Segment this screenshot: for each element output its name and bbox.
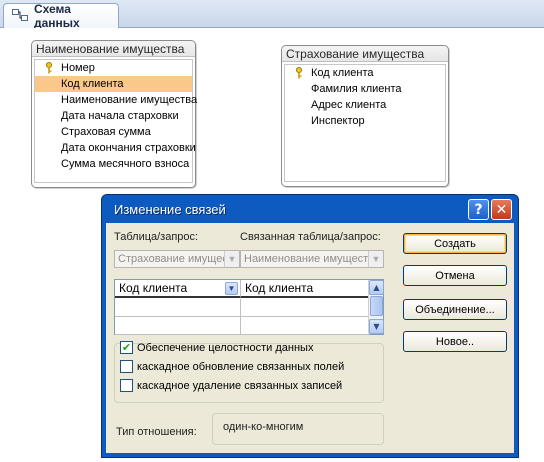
integrity-checkbox[interactable]: ✔ (120, 341, 133, 354)
field-kod-klienta[interactable]: Код клиента (285, 65, 445, 81)
field-naimenovanie[interactable]: Наименование имущества (35, 92, 197, 108)
integrity-label: Обеспечение целостности данных (137, 341, 314, 354)
chevron-down-icon: ▼ (224, 251, 239, 267)
join-type-button[interactable]: Объединение... (403, 299, 507, 320)
document-tab-strip: Схема данных (0, 0, 544, 30)
cancel-button[interactable]: Отмена (403, 265, 507, 286)
empty-cell[interactable] (115, 317, 241, 335)
create-button[interactable]: Создать (403, 233, 507, 254)
chevron-down-icon[interactable]: ▼ (225, 282, 238, 295)
cascade-delete-label: каскадное удаление связанных записей (137, 379, 343, 392)
field-strahovaya-summa[interactable]: Страховая сумма (35, 124, 192, 140)
field-data-nachala[interactable]: Дата начала старховки (35, 108, 192, 124)
help-icon: ? (474, 201, 483, 218)
grid-scrollbar[interactable]: ▲ ▼ (368, 280, 384, 334)
tab-title: Схема данных (34, 2, 80, 30)
field-nomer[interactable]: Номер (35, 60, 192, 76)
table-title[interactable]: Страхование имущества (282, 46, 448, 62)
cascade-delete-checkbox-row[interactable]: каскадное удаление связанных записей (120, 379, 342, 392)
chevron-down-icon: ▼ (368, 251, 383, 267)
dialog-title: Изменение связей (114, 201, 226, 217)
relation-type-box: один-ко-многим (212, 413, 384, 445)
create-new-button[interactable]: Новое.. (403, 331, 507, 352)
cascade-update-checkbox[interactable] (120, 360, 133, 373)
table-query-label: Таблица/запрос: (114, 231, 199, 243)
tab-relationships[interactable]: Схема данных (3, 2, 119, 30)
cascade-update-label: каскадное обновление связанных полей (137, 360, 345, 373)
close-button[interactable]: ✕ (491, 199, 512, 220)
field-adres[interactable]: Адрес клиента (285, 97, 445, 113)
scroll-thumb[interactable] (370, 296, 383, 316)
integrity-checkbox-row[interactable]: ✔ Обеспечение целостности данных (120, 341, 313, 354)
relation-type-label: Тип отношения: (116, 426, 197, 438)
scroll-up-icon[interactable]: ▲ (369, 280, 384, 295)
scroll-down-icon[interactable]: ▼ (369, 319, 384, 334)
related-table-combo: Наименование имущества ▼ (240, 250, 384, 268)
field-inspektor[interactable]: Инспектор (285, 113, 445, 129)
cascade-delete-checkbox[interactable] (120, 379, 133, 392)
edit-relationships-dialog: Изменение связей ? ✕ Таблица/запрос: Свя… (101, 194, 519, 458)
table-box-property[interactable]: Наименование имущества Номер Код клиента… (31, 40, 197, 188)
cascade-update-checkbox-row[interactable]: каскадное обновление связанных полей (120, 360, 344, 373)
table-title[interactable]: Наименование имущества (32, 41, 195, 57)
field-kod-klienta[interactable]: Код клиента (35, 76, 192, 92)
empty-cell[interactable] (115, 299, 241, 317)
dialog-body: Таблица/запрос: Связанная таблица/запрос… (106, 223, 514, 453)
field-familiya[interactable]: Фамилия клиента (285, 81, 445, 97)
left-field-cell[interactable]: Код клиента ▼ (115, 280, 241, 298)
table-query-combo: Страхование имущества ▼ (114, 250, 240, 268)
close-icon: ✕ (495, 201, 508, 218)
field-summa-vznosa[interactable]: Сумма месячного взноса (35, 156, 192, 172)
field-list: Код клиента Фамилия клиента Адрес клиент… (284, 64, 446, 182)
relationships-icon (12, 8, 28, 24)
field-data-okonchaniya[interactable]: Дата окончания страховки (35, 140, 196, 156)
field-list: Номер Код клиента Наименование имущества… (34, 59, 197, 183)
field-join-grid[interactable]: Код клиента ▼ Код клиента ▲ ▼ (114, 279, 384, 335)
empty-cell[interactable] (241, 317, 369, 335)
related-table-label: Связанная таблица/запрос: (240, 231, 381, 243)
help-button[interactable]: ? (468, 199, 489, 220)
primary-key-icon (46, 62, 52, 74)
table-box-insurance[interactable]: Страхование имущества Код клиента Фамили… (281, 45, 449, 187)
empty-cell[interactable] (241, 299, 369, 317)
primary-key-icon (296, 67, 302, 79)
relation-type-value: один-ко-многим (223, 421, 304, 433)
right-field-cell[interactable]: Код клиента (241, 280, 369, 298)
